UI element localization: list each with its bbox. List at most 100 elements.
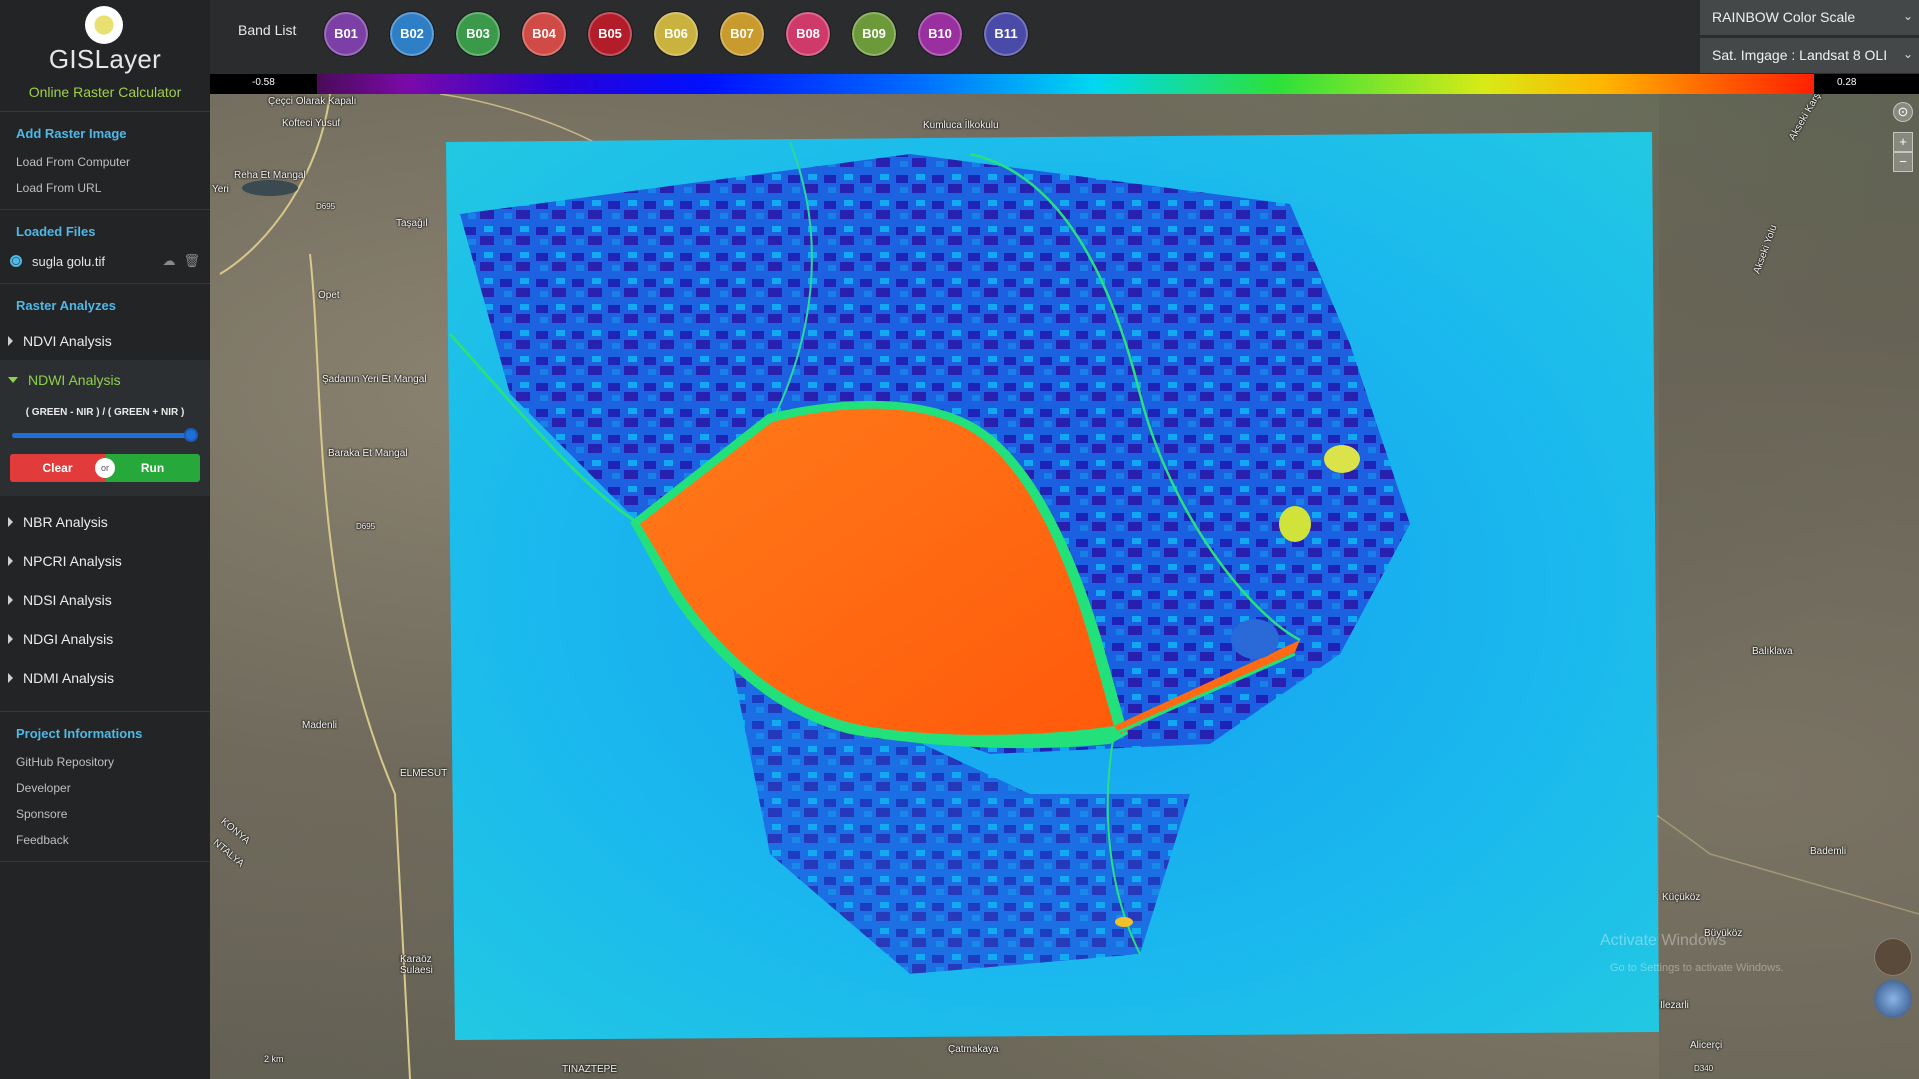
ndmi-analysis-item[interactable]: NDMI Analysis bbox=[0, 658, 210, 697]
brand: GISLayer bbox=[0, 0, 210, 74]
caret-right-icon bbox=[8, 672, 13, 683]
ndwi-panel: ( GREEN - NIR ) / ( GREEN + NIR ) Clear … bbox=[0, 399, 210, 496]
app-root: GISLayer Online Raster Calculator Add Ra… bbox=[0, 0, 1919, 1079]
band-list-label: Band List bbox=[238, 22, 297, 38]
slider-track bbox=[12, 433, 192, 438]
band-b05-button[interactable]: B05 bbox=[588, 12, 632, 56]
caret-right-icon bbox=[8, 555, 13, 566]
scale-max-label: 0.28 bbox=[1837, 77, 1857, 88]
run-button[interactable]: Run bbox=[105, 454, 200, 482]
npcri-analysis-item[interactable]: NPCRI Analysis bbox=[0, 541, 210, 580]
reservoir-shape bbox=[242, 180, 298, 196]
band-b04-button[interactable]: B04 bbox=[522, 12, 566, 56]
clear-button[interactable]: Clear bbox=[10, 454, 105, 482]
sat-image-select[interactable]: Sat. Imgage : Landsat 8 OLI ⌄ bbox=[1700, 38, 1919, 73]
chevron-down-icon: ⌄ bbox=[1902, 9, 1913, 23]
chevron-down-icon: ⌄ bbox=[1902, 47, 1913, 61]
cloud-download-icon[interactable]: ☁ bbox=[162, 253, 175, 269]
map-place-label: D695 bbox=[356, 522, 376, 531]
caret-right-icon bbox=[8, 516, 13, 527]
color-ramp bbox=[317, 74, 1814, 94]
globe-view-icon[interactable] bbox=[1874, 980, 1912, 1018]
sponsore-link[interactable]: Sponsore bbox=[0, 801, 210, 827]
loaded-files-title: Loaded Files bbox=[16, 224, 96, 239]
analysis-label: NDWI Analysis bbox=[28, 371, 121, 388]
ndwi-threshold-slider[interactable] bbox=[12, 428, 198, 442]
add-raster-title: Add Raster Image bbox=[16, 126, 127, 141]
sidebar: GISLayer Online Raster Calculator Add Ra… bbox=[0, 0, 210, 1079]
feedback-link[interactable]: Feedback bbox=[0, 827, 210, 853]
loaded-file-row[interactable]: sugla golu.tif ☁ 🗑 bbox=[0, 247, 210, 275]
map-place-label: Ilezarli bbox=[1660, 1000, 1689, 1011]
map-place-label: TINAZTEPE bbox=[562, 1064, 618, 1075]
map-place-label: Madenli bbox=[302, 720, 338, 731]
color-scale-value: RAINBOW Color Scale bbox=[1712, 9, 1856, 25]
raster-analyses-section: Raster Analyzes NDVI Analysis NDWI Analy… bbox=[0, 284, 210, 712]
file-actions: ☁ 🗑 bbox=[162, 253, 200, 269]
file-name[interactable]: sugla golu.tif bbox=[32, 254, 162, 269]
raster-analyses-title: Raster Analyzes bbox=[16, 298, 116, 313]
map-place-label: Baraka Et Mangal bbox=[328, 448, 408, 459]
github-link[interactable]: GitHub Repository bbox=[0, 749, 210, 775]
basemap-toggle-icon[interactable] bbox=[1874, 938, 1912, 976]
water-patch bbox=[1115, 917, 1133, 927]
map-place-label: Kumluca İlkokulu bbox=[923, 120, 999, 131]
dropdowns: RAINBOW Color Scale ⌄ Sat. Imgage : Land… bbox=[1700, 0, 1919, 74]
project-section: Project Informations GitHub Repository D… bbox=[0, 712, 210, 862]
nbr-analysis-item[interactable]: NBR Analysis bbox=[0, 502, 210, 541]
band-b10-button[interactable]: B10 bbox=[918, 12, 962, 56]
or-separator: or bbox=[95, 458, 115, 478]
caret-right-icon bbox=[8, 594, 13, 605]
map-place-label: Küçüköz bbox=[1662, 892, 1701, 903]
analysis-label: NDVI Analysis bbox=[23, 332, 112, 349]
map-place-label: Kofteci Yusuf bbox=[282, 118, 341, 129]
load-from-url-link[interactable]: Load From URL bbox=[0, 175, 210, 201]
zoom-in-button[interactable]: + bbox=[1893, 132, 1913, 152]
ndwi-analysis-item[interactable]: NDWI Analysis bbox=[0, 360, 210, 399]
map-place-label: ELMESUT bbox=[400, 768, 448, 779]
band-b09-button[interactable]: B09 bbox=[852, 12, 896, 56]
ndwi-actions: Clear Run or bbox=[10, 454, 200, 482]
band-b01-button[interactable]: B01 bbox=[324, 12, 368, 56]
vegetation-patch bbox=[1279, 506, 1311, 542]
analysis-label: NDGI Analysis bbox=[23, 630, 114, 647]
map-place-label: Opet bbox=[318, 290, 340, 301]
band-b08-button[interactable]: B08 bbox=[786, 12, 830, 56]
map-place-label: Bademli bbox=[1810, 846, 1847, 857]
map-place-label: Balıklava bbox=[1752, 646, 1793, 657]
caret-right-icon bbox=[8, 633, 13, 644]
color-scale-select[interactable]: RAINBOW Color Scale ⌄ bbox=[1700, 0, 1919, 35]
map-view[interactable]: Çeçci Olarak Kapalı Kofteci Yusuf Kumluc… bbox=[210, 94, 1919, 1079]
app-logo bbox=[85, 6, 123, 44]
app-subtitle: Online Raster Calculator bbox=[0, 72, 210, 112]
file-radio[interactable] bbox=[10, 255, 22, 267]
activate-windows-watermark: Activate Windows bbox=[1600, 932, 1727, 949]
map-place-label: Şadanın Yeri Et Mangal bbox=[322, 374, 427, 385]
map-place-label: Çeçci Olarak Kapalı bbox=[268, 96, 357, 107]
developer-link[interactable]: Developer bbox=[0, 775, 210, 801]
add-raster-section: Add Raster Image Load From Computer Load… bbox=[0, 112, 210, 210]
ndwi-formula: ( GREEN - NIR ) / ( GREEN + NIR ) bbox=[25, 407, 185, 418]
slider-thumb[interactable] bbox=[184, 428, 198, 442]
vegetation-patch bbox=[1324, 445, 1360, 473]
trash-icon[interactable]: 🗑 bbox=[183, 253, 200, 269]
loaded-files-section: Loaded Files sugla golu.tif ☁ 🗑 bbox=[0, 210, 210, 284]
sat-image-value: Sat. Imgage : Landsat 8 OLI bbox=[1712, 47, 1888, 63]
compass-icon[interactable]: ⊙ bbox=[1893, 102, 1913, 122]
analysis-label: NDSI Analysis bbox=[23, 591, 112, 608]
load-from-computer-link[interactable]: Load From Computer bbox=[0, 149, 210, 175]
band-b02-button[interactable]: B02 bbox=[390, 12, 434, 56]
band-b11-button[interactable]: B11 bbox=[984, 12, 1028, 56]
map-place-label: Reha Et Mangal bbox=[234, 170, 306, 181]
band-b07-button[interactable]: B07 bbox=[720, 12, 764, 56]
caret-right-icon bbox=[8, 335, 13, 346]
analysis-label: NDMI Analysis bbox=[23, 669, 115, 686]
zoom-out-button[interactable]: − bbox=[1893, 152, 1913, 172]
color-scale-bar: -0.58 0.28 bbox=[210, 74, 1919, 94]
band-b03-button[interactable]: B03 bbox=[456, 12, 500, 56]
ndvi-analysis-item[interactable]: NDVI Analysis bbox=[0, 321, 210, 360]
top-bar: Band List B01 B02 B03 B04 B05 B06 B07 B0… bbox=[210, 0, 1919, 74]
ndgi-analysis-item[interactable]: NDGI Analysis bbox=[0, 619, 210, 658]
band-b06-button[interactable]: B06 bbox=[654, 12, 698, 56]
ndsi-analysis-item[interactable]: NDSI Analysis bbox=[0, 580, 210, 619]
